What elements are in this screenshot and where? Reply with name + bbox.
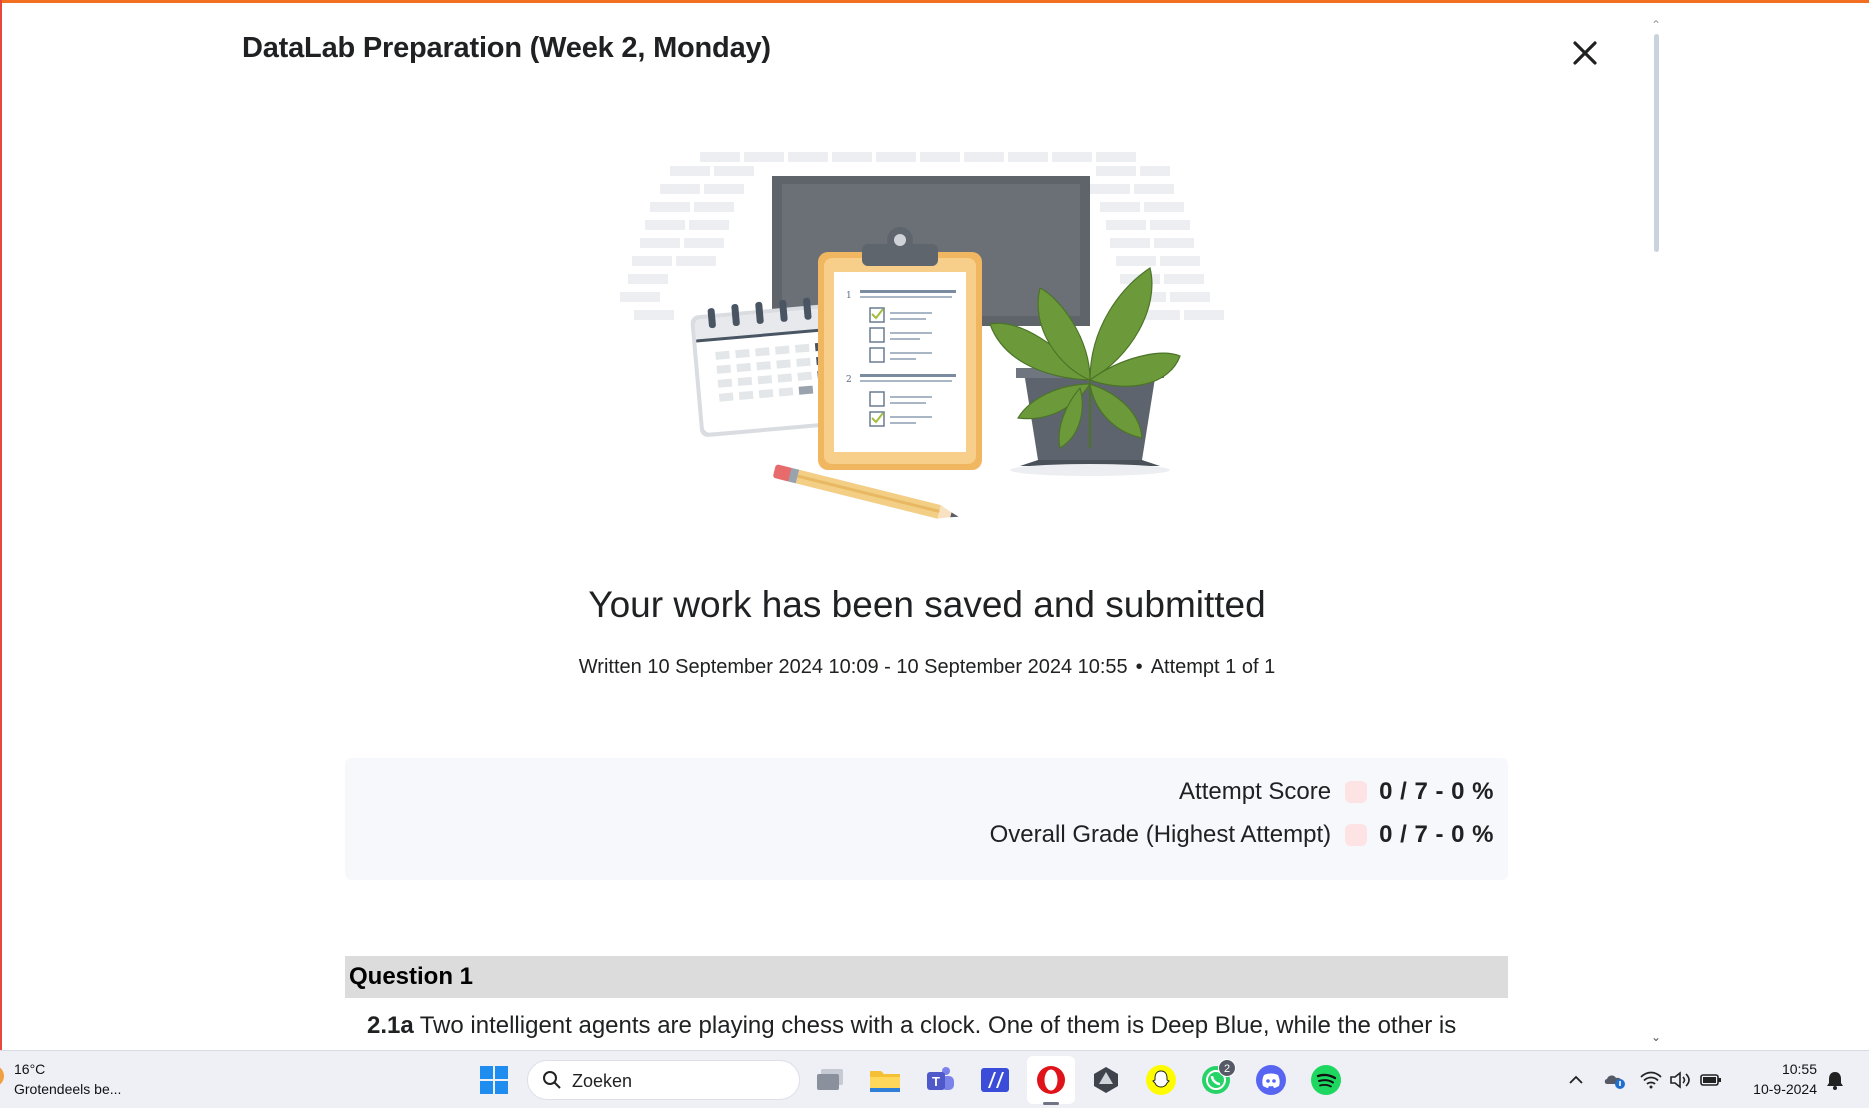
volume-icon[interactable] xyxy=(1668,1068,1692,1092)
taskbar: 16°C Grotendeels be... Zoeken T 2 10:55 … xyxy=(0,1050,1869,1108)
question-header: Question 1 xyxy=(345,956,1508,998)
attempt-count: Attempt 1 of 1 xyxy=(1150,656,1276,678)
spotify-icon[interactable] xyxy=(1308,1062,1344,1098)
weather-description: Grotendeels be... xyxy=(14,1081,122,1097)
active-app-indicator xyxy=(1043,1102,1059,1105)
notification-bell-icon[interactable] xyxy=(1823,1068,1847,1092)
score-status-indicator xyxy=(1345,781,1368,803)
question-text: 2.1a Two intelligent agents are playing c… xyxy=(367,1012,1456,1040)
overall-grade-label: Overall Grade (Highest Attempt) xyxy=(989,821,1332,848)
weather-widget[interactable]: 16°C Grotendeels be... xyxy=(14,1061,121,1097)
question-title: Question 1 xyxy=(349,963,474,990)
clock-time: 10:55 xyxy=(1781,1061,1817,1077)
battery-icon[interactable] xyxy=(1699,1068,1723,1092)
overall-grade-row: Overall Grade (Highest Attempt) 0 / 7 - … xyxy=(990,821,1494,849)
window-left-edge xyxy=(0,0,2,1050)
app-icon[interactable] xyxy=(1088,1062,1124,1098)
browser-accent-bar xyxy=(0,0,1869,3)
score-panel: Attempt Score 0 / 7 - 0 % Overall Grade … xyxy=(345,758,1508,880)
scroll-down-icon[interactable]: ⌄ xyxy=(1651,1030,1661,1044)
overall-grade-value: 0 / 7 - 0 % xyxy=(1379,821,1494,848)
dialog-title: DataLab Preparation (Week 2, Monday) xyxy=(242,32,771,64)
close-icon xyxy=(1573,41,1597,65)
attempt-score-label: Attempt Score xyxy=(1179,778,1332,805)
snapchat-icon[interactable] xyxy=(1143,1062,1179,1098)
wifi-icon[interactable] xyxy=(1639,1068,1663,1092)
svg-text:T: T xyxy=(932,1074,940,1089)
app-icon[interactable] xyxy=(977,1062,1013,1098)
clock-date: 10-9-2024 xyxy=(1753,1081,1817,1097)
chevron-up-icon[interactable] xyxy=(1564,1068,1588,1092)
taskbar-search-input[interactable]: Zoeken xyxy=(527,1060,800,1100)
scroll-up-icon[interactable]: ⌃ xyxy=(1651,18,1661,32)
scrollbar-thumb[interactable] xyxy=(1654,34,1659,252)
search-placeholder: Zoeken xyxy=(572,1071,633,1091)
question-body: Two intelligent agents are playing chess… xyxy=(419,1012,1457,1039)
submission-headline: Your work has been saved and submitted xyxy=(588,584,1266,625)
meta-separator: • xyxy=(1135,656,1143,678)
grade-status-indicator xyxy=(1345,824,1368,846)
teams-icon[interactable]: T xyxy=(922,1062,958,1098)
opera-icon[interactable] xyxy=(1033,1062,1069,1098)
task-view-icon[interactable] xyxy=(812,1062,848,1098)
weather-temperature: 16°C xyxy=(14,1061,46,1077)
svg-text:1: 1 xyxy=(846,291,852,301)
discord-icon[interactable] xyxy=(1253,1062,1289,1098)
attempt-score-row: Attempt Score 0 / 7 - 0 % xyxy=(1179,778,1494,806)
submission-meta: Written 10 September 2024 10:09 - 10 Sep… xyxy=(0,656,1854,679)
question-number: 2.1a xyxy=(367,1012,414,1039)
attempt-score-value: 0 / 7 - 0 % xyxy=(1379,778,1494,805)
clipboard-checklist-illustration: 1 2 xyxy=(620,152,1224,519)
close-button[interactable] xyxy=(1566,34,1604,72)
taskbar-clock[interactable]: 10:55 10-9-2024 xyxy=(1737,1061,1817,1097)
weather-icon[interactable] xyxy=(0,1065,4,1087)
written-timespan: Written 10 September 2024 10:09 - 10 Sep… xyxy=(578,656,1128,678)
onedrive-icon[interactable] xyxy=(1603,1068,1627,1092)
file-explorer-icon[interactable] xyxy=(867,1062,903,1098)
windows-start-icon[interactable] xyxy=(476,1062,512,1098)
svg-text:2: 2 xyxy=(846,375,852,385)
search-icon xyxy=(543,1071,561,1089)
notification-badge: 2 xyxy=(1218,1059,1236,1077)
